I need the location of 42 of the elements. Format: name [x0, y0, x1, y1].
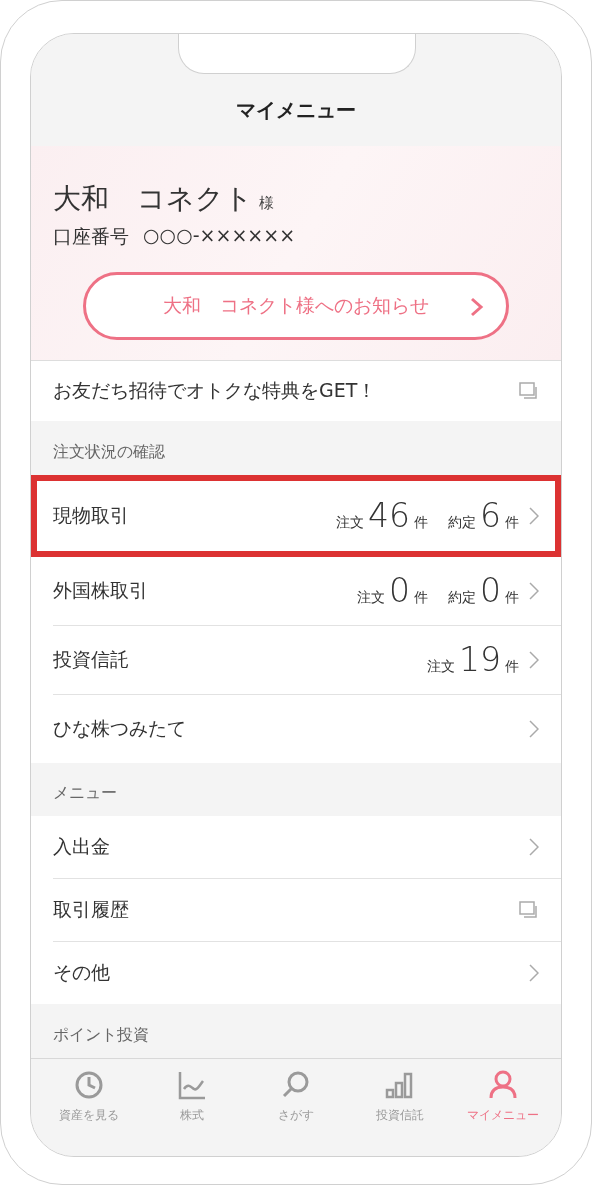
count-number: 0	[480, 571, 501, 611]
section-title: ポイント投資	[52, 1024, 150, 1046]
chevron-icon	[529, 964, 539, 983]
row-label: 入出金	[53, 834, 111, 860]
invite-row[interactable]: お友だち招待でオトクな特典をGET！	[31, 360, 561, 422]
account-number: ○○○-××××××	[143, 224, 296, 248]
count-unit: 件	[505, 514, 519, 533]
chevron-icon	[529, 581, 539, 600]
count-number: 0	[389, 571, 410, 611]
count-unit: 件	[414, 514, 428, 533]
row-label: その他	[53, 960, 111, 986]
count-unit: 件	[505, 658, 519, 677]
count-label: 約定	[448, 514, 476, 533]
chevron-icon	[529, 719, 539, 738]
count-number: 19	[459, 640, 501, 680]
honorific: 様	[259, 194, 274, 213]
count-label: 注文	[427, 658, 455, 677]
chevron-icon	[529, 506, 539, 525]
chevron-icon	[470, 297, 484, 317]
user-name: 大和 コネクト	[53, 181, 253, 217]
count-label: 注文	[336, 514, 364, 533]
row-label: ひな株つみたて	[53, 715, 187, 741]
window-icon	[519, 382, 539, 400]
count-number: 46	[368, 496, 410, 536]
row-label: 投資信託	[53, 646, 130, 672]
row-label: お友だち招待でオトクな特典をGET！	[53, 378, 378, 403]
count-label: 約定	[448, 589, 476, 608]
row-label: 現物取引	[53, 502, 130, 528]
chevron-icon	[529, 650, 539, 669]
section-title: 注文状況の確認	[52, 440, 166, 463]
count-number: 6	[480, 496, 501, 536]
account-label: 口座番号	[53, 224, 129, 249]
count-unit: 件	[414, 589, 428, 608]
highlighted-list-item[interactable]: 現物取引 注文 46 件 約定 6 件	[31, 474, 561, 557]
count-label: 注文	[357, 589, 385, 608]
row-label: 外国株取引	[53, 577, 149, 603]
section-title: メニュー	[52, 782, 118, 805]
count-unit: 件	[505, 589, 519, 608]
screen-title: マイメニュー	[236, 97, 356, 124]
chevron-icon	[529, 838, 539, 857]
row-label: 取引履歴	[53, 897, 130, 923]
window-icon	[519, 901, 539, 920]
